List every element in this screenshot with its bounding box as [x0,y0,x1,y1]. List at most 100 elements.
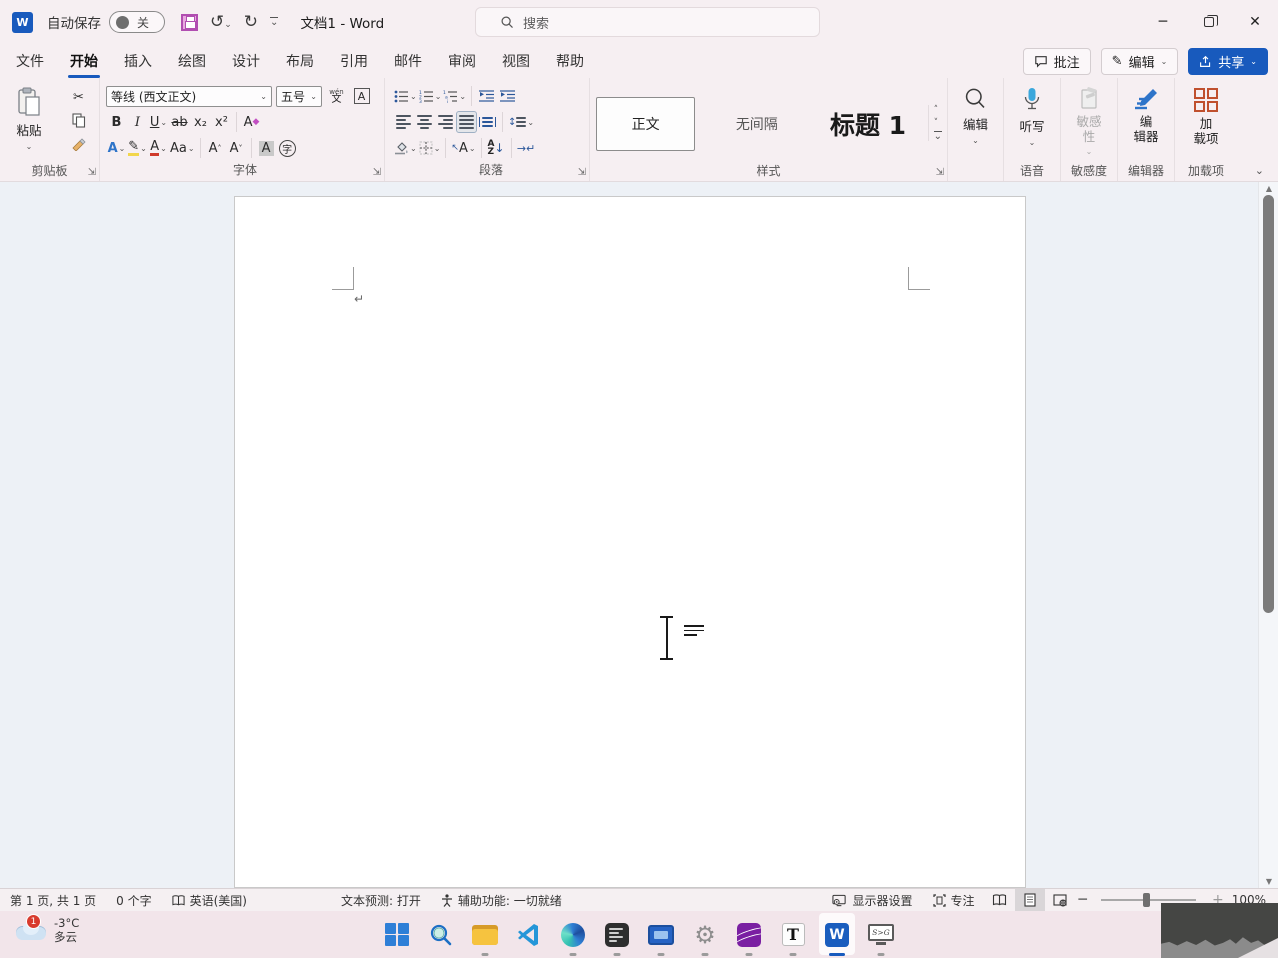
clear-formatting-button[interactable]: A ◆ [241,111,262,133]
distribute-button[interactable] [477,111,498,133]
comments-button[interactable]: 批注 [1022,48,1091,75]
capture-app-button[interactable]: S>G [859,911,903,958]
taskbar-search-button[interactable] [419,911,463,958]
highlight-color-button[interactable]: ✎ ⌄ [127,137,148,159]
phonetic-guide-button[interactable]: wén 文 [326,85,347,107]
proofing-status[interactable]: 英语(美国) [162,889,257,911]
zoom-slider-thumb[interactable] [1142,893,1150,907]
text-prediction-status[interactable]: 文本预测: 打开 [331,889,431,911]
weather-widget[interactable]: 1 -3°C 多云 [14,914,79,944]
find-editing-button[interactable]: 编辑 ⌄ [957,83,994,162]
display-settings[interactable]: 显示器设置 [822,889,922,911]
italic-button[interactable]: I [127,111,148,133]
style-heading1[interactable]: 标题 1 [818,97,917,151]
strikethrough-button[interactable]: ab [169,111,190,133]
autosave-control[interactable]: 自动保存 关 [47,11,165,33]
scrollbar-thumb[interactable] [1263,195,1274,613]
word-count[interactable]: 0 个字 [106,889,161,911]
decrease-indent-button[interactable] [476,85,497,107]
change-case-button[interactable]: Aa ⌄ [169,137,196,159]
align-center-button[interactable] [414,111,435,133]
vscode-button[interactable] [507,911,551,958]
editor-button[interactable]: 编 辑器 [1127,83,1165,162]
text-app-button[interactable]: T [771,911,815,958]
clipboard-dialog-launcher-icon[interactable]: ⇲ [88,168,96,178]
scroll-down-icon[interactable]: ▼ [1259,877,1278,886]
tab-layout[interactable]: 布局 [284,45,316,77]
zoom-slider[interactable] [1100,893,1196,907]
minimize-button[interactable]: ─ [1140,0,1186,44]
character-border-button[interactable]: A [351,85,372,107]
cut-button[interactable]: ✂ [68,86,89,108]
font-name-combo[interactable]: 等线 (西文正文) ⌄ [106,85,272,107]
styles-gallery-more-icon[interactable]: ⌄ [933,130,943,141]
save-icon[interactable] [181,13,198,31]
dictate-button[interactable]: 听写 ⌄ [1013,83,1050,162]
align-left-button[interactable] [393,111,414,133]
accessibility-status[interactable]: 辅助功能: 一切就绪 [431,889,572,911]
multilevel-list-button[interactable]: 1ai ⌄ [442,85,467,107]
styles-scroll-up-icon[interactable]: ˄ [934,105,942,115]
redo-button[interactable]: ↻ [244,12,258,32]
borders-button[interactable]: ⌄ [418,137,442,159]
underline-button[interactable]: U ⌄ [148,111,169,133]
restore-button[interactable] [1186,0,1232,44]
undo-chevron-icon[interactable]: ⌄ [224,20,232,30]
copy-button[interactable] [68,109,89,131]
line-spacing-button[interactable]: ↕ ⌄ [507,111,535,133]
document-page[interactable]: ↵ [234,196,1026,888]
customize-qat-icon[interactable]: ⌄ [270,17,279,28]
font-color-button[interactable]: A ⌄ [148,137,169,159]
tab-references[interactable]: 引用 [338,45,370,77]
tab-draw[interactable]: 绘图 [176,45,208,77]
purple-app-button[interactable] [727,911,771,958]
paste-button[interactable]: 粘贴 ⌄ [10,83,48,162]
show-marks-button[interactable]: →↵ [516,137,537,159]
character-shading-button[interactable]: A [256,137,277,159]
font-dialog-launcher-icon[interactable]: ⇲ [373,168,381,178]
styles-dialog-launcher-icon[interactable]: ⇲ [936,168,944,178]
undo-button[interactable]: ↺⌄ [210,12,232,32]
style-normal[interactable]: 正文 [596,96,696,151]
tab-help[interactable]: 帮助 [554,45,586,77]
dark-app-button[interactable] [595,911,639,958]
font-size-combo[interactable]: 五号 ⌄ [276,85,322,107]
increase-indent-button[interactable] [497,85,518,107]
enclose-characters-button[interactable]: 字 [277,137,298,159]
web-layout-button[interactable] [1045,889,1075,911]
file-explorer-button[interactable] [463,911,507,958]
addins-button[interactable]: 加 载项 [1187,83,1225,162]
scroll-up-icon[interactable]: ▲ [1259,184,1278,193]
read-mode-button[interactable] [985,889,1015,911]
print-layout-button[interactable] [1014,889,1045,911]
tab-mailings[interactable]: 邮件 [392,45,424,77]
start-button[interactable] [375,911,419,958]
remote-desktop-button[interactable] [639,911,683,958]
edge-button[interactable] [551,911,595,958]
bullets-button[interactable]: ⌄ [393,85,418,107]
text-effects-button[interactable]: A ⌄ [106,137,127,159]
document-area[interactable]: ↵ ▲ ▼ [0,182,1278,888]
style-no-spacing[interactable]: 无间隔 [707,97,806,151]
asian-layout-button[interactable]: ↖ A ⌄ [450,137,476,159]
share-button[interactable]: 共享 ⌄ [1188,48,1268,75]
collapse-ribbon-icon[interactable]: ⌄ [1255,164,1264,177]
bold-button[interactable]: B [106,111,127,133]
tab-insert[interactable]: 插入 [122,45,154,77]
focus-mode[interactable]: 专注 [923,889,985,911]
align-right-button[interactable] [435,111,456,133]
sort-button[interactable]: A Z ↓ [486,137,507,159]
format-painter-button[interactable] [68,132,89,154]
numbering-button[interactable]: 123 ⌄ [418,85,443,107]
tab-review[interactable]: 审阅 [446,45,478,77]
justify-button[interactable] [456,111,477,133]
grow-font-button[interactable]: A ˄ [205,137,226,159]
tab-file[interactable]: 文件 [14,45,46,77]
styles-scroll-down-icon[interactable]: ˅ [934,118,942,128]
superscript-button[interactable]: x² [211,111,232,133]
subscript-button[interactable]: x₂ [190,111,211,133]
paragraph-dialog-launcher-icon[interactable]: ⇲ [578,168,586,178]
settings-button[interactable]: ⚙ [683,911,727,958]
tab-design[interactable]: 设计 [230,45,262,77]
autosave-toggle[interactable]: 关 [109,11,165,33]
